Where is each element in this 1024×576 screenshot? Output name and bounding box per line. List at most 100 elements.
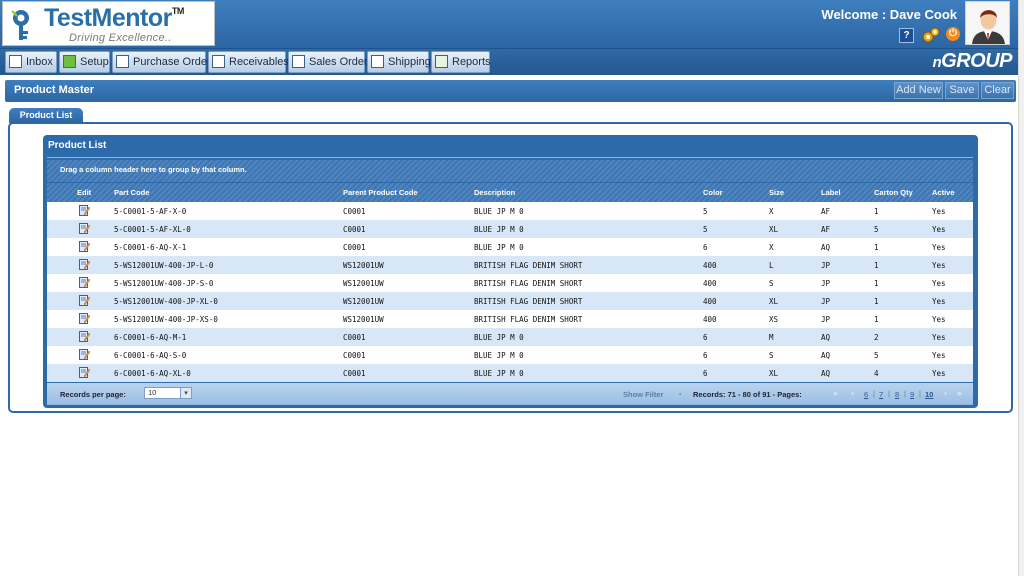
- column-header-part-code[interactable]: Part Code: [114, 188, 149, 197]
- cell-color: 6: [703, 369, 708, 378]
- help-icon[interactable]: ?: [899, 28, 914, 43]
- cell-description: BLUE JP M 0: [474, 243, 524, 252]
- cell-description: BLUE JP M 0: [474, 369, 524, 378]
- document-icon: [292, 55, 305, 68]
- cell-label: AF: [821, 207, 831, 216]
- clear-button[interactable]: Clear: [981, 82, 1014, 99]
- cell-carton-qty: 1: [874, 315, 879, 324]
- column-header-description[interactable]: Description: [474, 188, 515, 197]
- cell-active: Yes: [932, 333, 946, 342]
- cell-description: BRITISH FLAG DENIM SHORT: [474, 279, 583, 288]
- gear-icon: [63, 55, 76, 68]
- nav-purchase-order-button[interactable]: Purchase Order: [112, 51, 211, 73]
- edit-icon[interactable]: [79, 222, 90, 234]
- table-row[interactable]: 5-WS12001UW-400-JP-L-0 WS12001UW BRITISH F…: [47, 256, 973, 274]
- nav-inbox-button[interactable]: Inbox: [5, 51, 57, 73]
- edit-icon[interactable]: [79, 312, 90, 324]
- add-new-button[interactable]: Add New: [894, 82, 943, 99]
- table-row[interactable]: 5-WS12001UW-400-JP-S-0 WS12001UW BRITISH F…: [47, 274, 973, 292]
- logout-power-icon[interactable]: ⏻: [946, 27, 960, 41]
- table-row[interactable]: 5-C0001-6-AQ-X-1 C0001 BLUE JP M 0 6 X AQ 1 Yes: [47, 238, 973, 256]
- column-header-label[interactable]: Label: [821, 188, 841, 197]
- last-page-icon[interactable]: »: [957, 389, 962, 398]
- tab-product-list[interactable]: Product List: [9, 108, 83, 123]
- cell-parent-product-code: WS12001UW: [343, 315, 384, 324]
- first-page-icon[interactable]: «: [833, 389, 838, 398]
- records-per-page-select[interactable]: 10 ▾: [144, 387, 192, 399]
- page-separator: |: [873, 389, 875, 398]
- show-filter-link[interactable]: Show Filter: [623, 390, 663, 399]
- testmentor-logo[interactable]: TestMentorTM Driving Excellence..: [2, 1, 215, 46]
- edit-icon[interactable]: [79, 204, 90, 216]
- table-row[interactable]: 6-C0001-6-AQ-M-1 C0001 BLUE JP M 0 6 M AQ 2 Yes: [47, 328, 973, 346]
- table-row[interactable]: 5-WS12001UW-400-JP-XS-0 WS12001UW BRITISH …: [47, 310, 973, 328]
- cell-carton-qty: 4: [874, 369, 879, 378]
- cell-active: Yes: [932, 261, 946, 270]
- page-link-8[interactable]: 8: [895, 390, 899, 399]
- group-by-area[interactable]: Drag a column header here to group by th…: [47, 160, 973, 182]
- nav-shipping-button[interactable]: Shipping: [367, 51, 431, 73]
- edit-icon[interactable]: [79, 348, 90, 360]
- cell-color: 400: [703, 297, 717, 306]
- cell-carton-qty: 1: [874, 243, 879, 252]
- table-row[interactable]: 6-C0001-6-AQ-S-0 C0001 BLUE JP M 0 6 S AQ 5 Yes: [47, 346, 973, 364]
- cell-carton-qty: 1: [874, 279, 879, 288]
- nav-reports-button[interactable]: Reports: [431, 51, 491, 73]
- cell-carton-qty: 1: [874, 261, 879, 270]
- cell-active: Yes: [932, 243, 946, 252]
- page-link-9[interactable]: 9: [910, 390, 914, 399]
- nav-purchase-order-label: Purchase Order: [133, 56, 211, 68]
- page-link-10-current[interactable]: 10: [925, 390, 933, 399]
- nav-setup-button[interactable]: Setup: [59, 51, 110, 73]
- cell-part-code: 5-C0001-6-AQ-X-1: [114, 243, 187, 252]
- next-page-icon[interactable]: ›: [944, 389, 947, 398]
- table-row[interactable]: 6-C0001-6-AQ-XL-0 C0001 BLUE JP M 0 6 XL AQ 4 Y…: [47, 364, 973, 382]
- cell-color: 6: [703, 351, 708, 360]
- table-row[interactable]: 5-C0001-5-AF-XL-0 C0001 BLUE JP M 0 5 XL AF 5 Y…: [47, 220, 973, 238]
- cell-carton-qty: 5: [874, 225, 879, 234]
- nav-sales-order-button[interactable]: Sales Order: [288, 51, 368, 73]
- table-row[interactable]: 5-C0001-5-AF-X-0 C0001 BLUE JP M 0 5 X AF 1 Yes: [47, 202, 973, 220]
- table-row[interactable]: 5-WS12001UW-400-JP-XL-0 WS12001UW BRITISH …: [47, 292, 973, 310]
- edit-icon[interactable]: [79, 258, 90, 270]
- save-button[interactable]: Save: [945, 82, 979, 99]
- cell-color: 5: [703, 225, 708, 234]
- user-avatar[interactable]: [965, 1, 1010, 45]
- column-header-carton-qty[interactable]: Carton Qty: [874, 188, 913, 197]
- previous-page-icon[interactable]: ‹: [851, 389, 854, 398]
- cell-parent-product-code: WS12001UW: [343, 279, 384, 288]
- cell-part-code: 5-C0001-5-AF-XL-0: [114, 225, 191, 234]
- edit-icon[interactable]: [79, 366, 90, 378]
- cell-part-code: 5-WS12001UW-400-JP-L-0: [114, 261, 214, 270]
- cell-label: AF: [821, 225, 831, 234]
- column-header-color[interactable]: Color: [703, 188, 723, 197]
- page-scrollbar[interactable]: [1018, 0, 1024, 576]
- column-header-parent-product-code[interactable]: Parent Product Code: [343, 188, 418, 197]
- column-header-size[interactable]: Size: [769, 188, 784, 197]
- nav-inbox-label: Inbox: [26, 56, 53, 68]
- cell-label: AQ: [821, 351, 831, 360]
- page-link-7[interactable]: 7: [879, 390, 883, 399]
- edit-icon[interactable]: [79, 276, 90, 288]
- edit-icon[interactable]: [79, 240, 90, 252]
- page-link-6[interactable]: 6: [864, 390, 868, 399]
- cell-color: 6: [703, 333, 708, 342]
- page-title-bar: Product Master: [5, 80, 1016, 102]
- edit-icon[interactable]: [79, 294, 90, 306]
- cell-carton-qty: 2: [874, 333, 879, 342]
- nav-receivables-button[interactable]: Receivables: [208, 51, 289, 73]
- logo-trademark: TM: [171, 6, 185, 16]
- brand-name: GROUP: [941, 50, 1012, 72]
- cell-active: Yes: [932, 315, 946, 324]
- cell-description: BLUE JP M 0: [474, 333, 524, 342]
- column-header-active[interactable]: Active: [932, 188, 955, 197]
- nav-sales-order-label: Sales Order: [309, 56, 368, 68]
- column-header-edit[interactable]: Edit: [77, 188, 91, 197]
- key-logo-icon: [11, 10, 29, 40]
- cell-label: JP: [821, 261, 831, 270]
- cell-description: BLUE JP M 0: [474, 351, 524, 360]
- settings-gears-icon[interactable]: [922, 27, 940, 43]
- edit-icon[interactable]: [79, 330, 90, 342]
- nav-reports-label: Reports: [452, 56, 491, 68]
- chevron-down-icon[interactable]: ▾: [180, 388, 191, 398]
